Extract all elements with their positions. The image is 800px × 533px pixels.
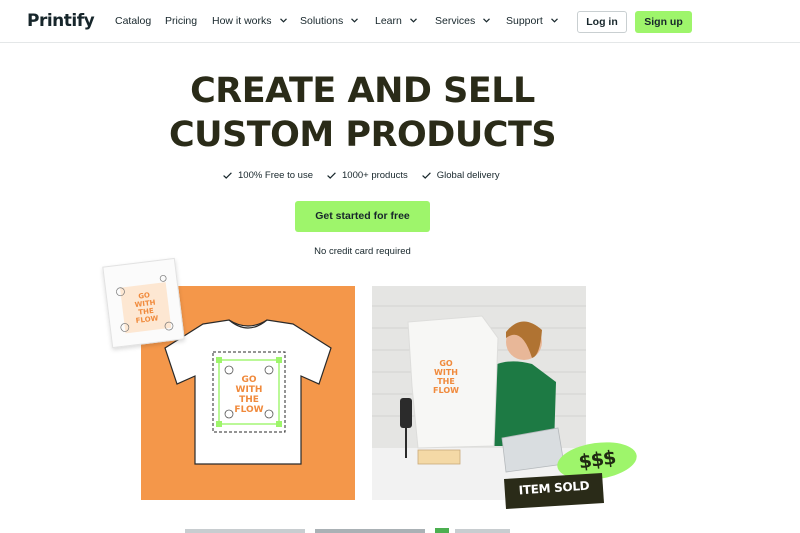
feature-item: 100% Free to use xyxy=(223,170,313,181)
no-credit-card-note: No credit card required xyxy=(314,246,411,257)
get-started-button[interactable]: Get started for free xyxy=(295,201,430,232)
nav-item-pricing[interactable]: Pricing xyxy=(165,15,197,27)
hero-title-line-1: CREATE AND SELL xyxy=(190,71,535,111)
nav-item-services[interactable]: Services xyxy=(435,15,491,27)
photo-design-text: WITH xyxy=(434,368,458,377)
nav-item-label: Services xyxy=(435,15,476,27)
feature-item: Global delivery xyxy=(421,170,500,181)
nav-item-catalog[interactable]: Catalog xyxy=(115,15,151,27)
nav-item-label: Learn xyxy=(375,15,402,27)
nav-item-label: How it works xyxy=(212,15,272,27)
design-sticker: GO WITH THE FLOW xyxy=(102,257,185,349)
hero-title-line-2: CUSTOM PRODUCTS xyxy=(168,115,557,155)
nav-item-learn[interactable]: Learn xyxy=(375,15,417,27)
chevron-down-icon xyxy=(483,18,491,23)
chevron-down-icon xyxy=(409,18,417,23)
feature-label: Global delivery xyxy=(436,170,500,181)
chevron-down-icon xyxy=(279,18,287,23)
nav-item-label: Support xyxy=(506,15,543,27)
signup-button[interactable]: Sign up xyxy=(635,11,692,33)
top-navigation: Printify Catalog Pricing How it works So… xyxy=(0,0,800,43)
nav-item-solutions[interactable]: Solutions xyxy=(300,15,359,27)
nav-item-how-it-works[interactable]: How it works xyxy=(212,15,287,27)
design-text: THE xyxy=(239,395,259,405)
feature-list: 100% Free to use 1000+ products Global d… xyxy=(223,170,500,181)
nav-item-label: Solutions xyxy=(300,15,344,27)
printify-logo[interactable]: Printify xyxy=(27,11,95,31)
design-text: FLOW xyxy=(234,405,263,415)
chevron-down-icon xyxy=(550,18,558,23)
design-text: GO xyxy=(241,375,256,385)
photo-design-text: GO xyxy=(439,359,453,368)
photo-design-text: THE xyxy=(437,377,455,386)
nav-item-support[interactable]: Support xyxy=(506,15,558,27)
woman-holding-shirt-photo: GO WITH THE FLOW xyxy=(372,286,586,500)
checkmark-icon xyxy=(223,172,232,179)
nav-item-label: Catalog xyxy=(115,15,152,27)
checkmark-icon xyxy=(421,172,431,179)
photo-design-text: FLOW xyxy=(433,386,459,395)
design-text: WITH xyxy=(236,385,263,395)
feature-label: 1000+ products xyxy=(342,170,408,181)
chevron-down-icon xyxy=(351,18,359,23)
feature-label: 100% Free to use xyxy=(238,170,313,181)
login-button[interactable]: Log in xyxy=(577,11,627,33)
rating-strip-cropped xyxy=(185,528,510,533)
checkmark-icon xyxy=(327,172,336,179)
design-sticker-image: GO WITH THE FLOW xyxy=(116,275,174,334)
feature-item: 1000+ products xyxy=(327,170,408,181)
nav-item-label: Pricing xyxy=(165,15,198,27)
